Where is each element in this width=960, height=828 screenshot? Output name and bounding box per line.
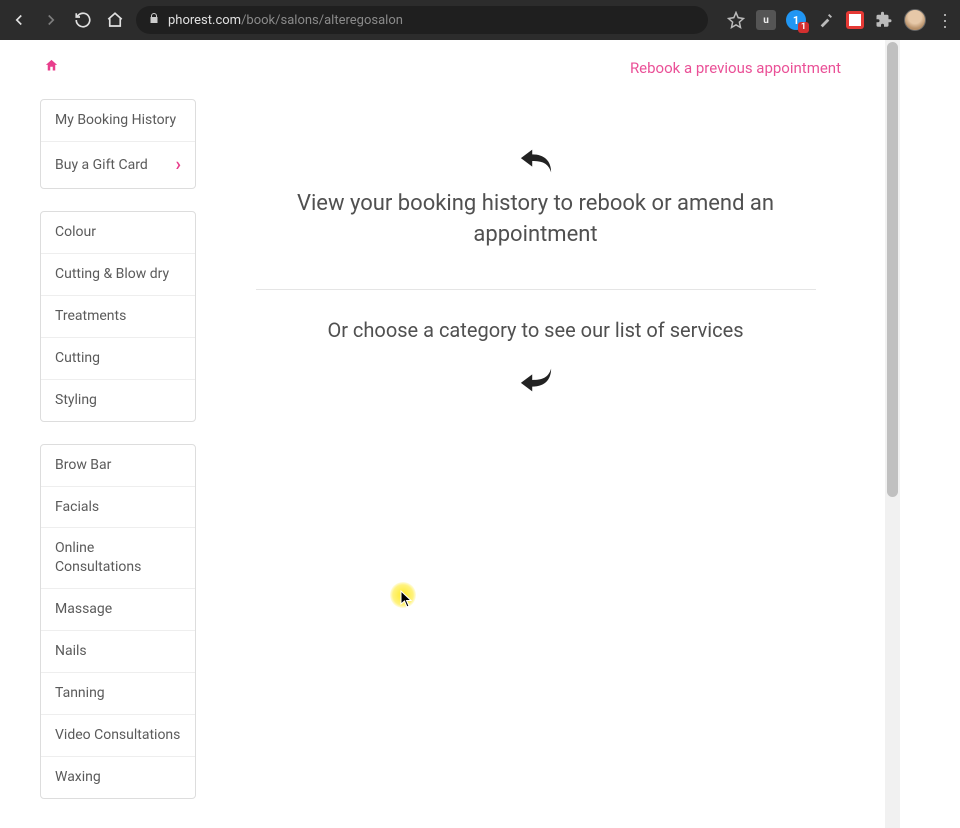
sidebar-item-gift-card[interactable]: Buy a Gift Card › (41, 142, 195, 188)
sidebar-item-tanning[interactable]: Tanning (41, 673, 195, 715)
sidebar-item-label: Facials (55, 498, 99, 517)
reload-button[interactable] (72, 9, 94, 31)
extension-blue-icon[interactable]: 1 1 (786, 10, 806, 30)
notification-badge: 1 (798, 22, 809, 33)
wand-icon[interactable] (816, 10, 836, 30)
sidebar: My Booking History Buy a Gift Card › Col… (40, 99, 196, 821)
sidebar-group-account: My Booking History Buy a Gift Card › (40, 99, 196, 189)
bookmark-star-icon[interactable] (726, 10, 746, 30)
return-arrow-icon (519, 366, 553, 394)
forward-button[interactable] (40, 9, 62, 31)
subline-text: Or choose a category to see our list of … (236, 318, 835, 342)
extension-red-icon[interactable] (846, 11, 864, 29)
scrollbar-thumb[interactable] (887, 42, 898, 497)
sidebar-group-hair: Colour Cutting & Blow dry Treatments Cut… (40, 211, 196, 421)
sidebar-item-treatments[interactable]: Treatments (41, 296, 195, 338)
page-viewport: Rebook a previous appointment My Booking… (0, 40, 960, 828)
sidebar-item-facials[interactable]: Facials (41, 487, 195, 529)
url-path: /book/salons/alteregosalon (241, 13, 403, 28)
ublock-icon[interactable]: u (756, 10, 776, 30)
rebook-link[interactable]: Rebook a previous appointment (630, 59, 841, 77)
sidebar-item-waxing[interactable]: Waxing (41, 757, 195, 798)
sidebar-item-cutting[interactable]: Cutting (41, 338, 195, 380)
headline-text: View your booking history to rebook or a… (286, 189, 786, 251)
chevron-right-icon: › (176, 153, 181, 177)
sidebar-item-cutting-blowdry[interactable]: Cutting & Blow dry (41, 254, 195, 296)
reply-arrow-icon (519, 147, 553, 175)
toolbar-actions: u 1 1 ⋯ (718, 9, 952, 31)
sidebar-group-beauty: Brow Bar Facials Online Consultations Ma… (40, 444, 196, 799)
sidebar-item-label: Online Consultations (55, 539, 181, 577)
main-content: View your booking history to rebook or a… (226, 99, 845, 408)
address-bar[interactable]: phorest.com /book/salons/alteregosalon (136, 6, 708, 34)
sidebar-item-colour[interactable]: Colour (41, 212, 195, 254)
sidebar-item-nails[interactable]: Nails (41, 631, 195, 673)
profile-avatar[interactable] (904, 9, 926, 31)
extensions-icon[interactable] (874, 10, 894, 30)
sidebar-item-label: Styling (55, 391, 97, 410)
sidebar-item-styling[interactable]: Styling (41, 380, 195, 421)
sidebar-item-label: Cutting & Blow dry (55, 265, 169, 284)
home-button[interactable] (104, 9, 126, 31)
menu-icon[interactable]: ⋯ (935, 12, 953, 28)
sidebar-item-online-consultations[interactable]: Online Consultations (41, 528, 195, 589)
sidebar-item-label: Cutting (55, 349, 100, 368)
sidebar-item-brow-bar[interactable]: Brow Bar (41, 445, 195, 487)
url-text: phorest.com /book/salons/alteregosalon (168, 13, 403, 28)
sidebar-item-label: My Booking History (55, 111, 176, 130)
sidebar-item-label: Waxing (55, 768, 101, 787)
url-host: phorest.com (168, 13, 241, 28)
sidebar-item-massage[interactable]: Massage (41, 589, 195, 631)
sidebar-item-booking-history[interactable]: My Booking History (41, 100, 195, 142)
divider (256, 289, 816, 290)
sidebar-item-label: Buy a Gift Card (55, 156, 148, 175)
sidebar-item-video-consultations[interactable]: Video Consultations (41, 715, 195, 757)
lock-icon (148, 12, 160, 28)
sidebar-item-label: Massage (55, 600, 112, 619)
sidebar-item-label: Brow Bar (55, 456, 111, 475)
back-button[interactable] (8, 9, 30, 31)
outer-whitespace (900, 40, 960, 828)
sidebar-item-label: Tanning (55, 684, 105, 703)
browser-toolbar: phorest.com /book/salons/alteregosalon u… (0, 0, 960, 40)
sidebar-item-label: Video Consultations (55, 726, 180, 745)
scrollbar-track[interactable] (885, 40, 900, 828)
page-header: Rebook a previous appointment (40, 58, 845, 77)
cursor-pointer-icon (400, 590, 414, 612)
sidebar-item-label: Treatments (55, 307, 126, 326)
sidebar-item-label: Colour (55, 223, 96, 242)
home-icon[interactable] (44, 58, 59, 77)
page-content: Rebook a previous appointment My Booking… (0, 40, 885, 828)
sidebar-item-label: Nails (55, 642, 87, 661)
